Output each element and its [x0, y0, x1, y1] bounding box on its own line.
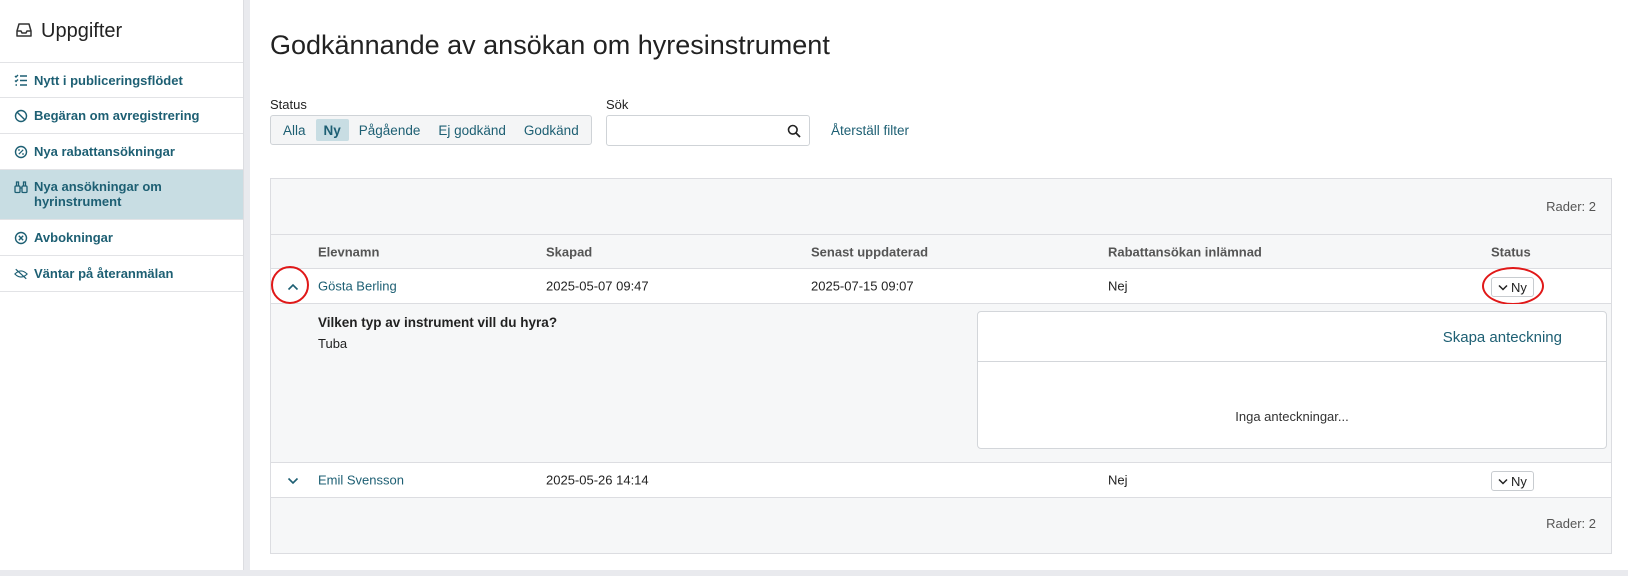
- sidebar-item-avregistrering[interactable]: Begäran om avregistrering: [0, 98, 243, 134]
- status-dropdown[interactable]: Ny: [1491, 471, 1534, 491]
- table-row: Emil Svensson 2025-05-26 14:14 Nej Ny: [271, 463, 1611, 498]
- column-header-status[interactable]: Status: [1491, 244, 1531, 259]
- created-cell: 2025-05-26 14:14: [546, 472, 649, 488]
- sidebar-item-label: Väntar på återanmälan: [34, 266, 174, 281]
- search-label: Sök: [606, 97, 629, 112]
- binoculars-icon: [14, 180, 28, 194]
- create-note-button[interactable]: Skapa anteckning: [1443, 329, 1562, 346]
- row-detail-panel: Vilken typ av instrument vill du hyra? T…: [271, 304, 1611, 463]
- sidebar-title: Uppgifter: [41, 19, 123, 42]
- notes-panel: Skapa anteckning Inga anteckningar...: [977, 311, 1607, 449]
- sidebar-item-label: Nytt i publiceringsflödet: [34, 72, 183, 88]
- sidebar-header: Uppgifter: [0, 0, 243, 62]
- status-value: Ny: [1511, 473, 1527, 489]
- column-header-rabattansokan[interactable]: Rabattansökan inlämnad: [1108, 244, 1262, 259]
- question-label: Vilken typ av instrument vill du hyra?: [318, 315, 558, 330]
- rows-count-top: Rader: 2: [1546, 199, 1596, 214]
- circle-x-icon: [14, 231, 28, 245]
- column-header-skapad[interactable]: Skapad: [546, 244, 592, 259]
- search-input[interactable]: [607, 116, 777, 145]
- search-box: [606, 115, 810, 146]
- sidebar-item-rabattansokningar[interactable]: Nya rabattansökningar: [0, 134, 243, 170]
- discount-cell: Nej: [1108, 278, 1128, 294]
- status-filter-group: Alla Ny Pågående Ej godkänd Godkänd: [270, 115, 592, 145]
- status-option-alla[interactable]: Alla: [275, 119, 314, 141]
- rows-count-bottom: Rader: 2: [1546, 516, 1596, 531]
- table-row: Gösta Berling 2025-05-07 09:47 2025-07-1…: [271, 266, 1611, 305]
- status-option-ny[interactable]: Ny: [315, 119, 349, 141]
- sidebar-item-publiceringsflode[interactable]: Nytt i publiceringsflödet: [0, 62, 243, 98]
- column-header-senast-uppdaterad[interactable]: Senast uppdaterad: [811, 244, 928, 259]
- status-option-godkand[interactable]: Godkänd: [516, 119, 587, 141]
- sidebar-item-hyrinstrument[interactable]: Nya ansökningar om hyrinstrument: [0, 170, 243, 220]
- ban-icon: [14, 109, 28, 123]
- question-answer: Tuba: [318, 336, 348, 351]
- grid-toolbar: Rader: 2: [271, 179, 1611, 235]
- chevron-down-icon: [287, 477, 299, 485]
- annotation-circle: [271, 266, 309, 304]
- notes-empty-message: Inga anteckningar...: [1235, 409, 1349, 424]
- student-name-link[interactable]: Gösta Berling: [318, 279, 397, 294]
- percent-icon: [14, 145, 28, 159]
- sidebar-item-label: Avbokningar: [34, 230, 113, 245]
- inbox-icon: [14, 20, 34, 43]
- created-cell: 2025-05-07 09:47: [546, 278, 649, 294]
- expand-row-button[interactable]: [283, 471, 303, 491]
- student-name-link[interactable]: Emil Svensson: [318, 473, 404, 488]
- sidebar-item-label: Nya ansökningar om hyrinstrument: [34, 179, 162, 209]
- updated-cell: 2025-07-15 09:07: [811, 278, 914, 294]
- main-content: Godkännande av ansökan om hyresinstrumen…: [250, 0, 1628, 570]
- sidebar: Uppgifter Nytt i publiceringsflödet Begä…: [0, 0, 244, 570]
- status-option-pagaende[interactable]: Pågående: [351, 119, 429, 141]
- column-header-elevnamn[interactable]: Elevnamn: [318, 244, 379, 259]
- sidebar-item-ateranmalan[interactable]: Väntar på återanmälan: [0, 256, 243, 292]
- discount-cell: Nej: [1108, 472, 1128, 488]
- search-icon[interactable]: [787, 124, 801, 138]
- status-option-ej-godkand[interactable]: Ej godkänd: [430, 119, 514, 141]
- page-title: Godkännande av ansökan om hyresinstrumen…: [270, 30, 830, 60]
- sidebar-item-label: Nya rabattansökningar: [34, 144, 175, 159]
- applications-grid: Rader: 2 Elevnamn Skapad Senast uppdater…: [270, 178, 1612, 554]
- status-filter-label: Status: [270, 97, 307, 112]
- eye-slash-icon: [14, 267, 28, 281]
- reset-filter-link[interactable]: Återställ filter: [831, 123, 909, 138]
- list-check-icon: [14, 73, 28, 87]
- sidebar-item-avbokningar[interactable]: Avbokningar: [0, 220, 243, 256]
- grid-header: Elevnamn Skapad Senast uppdaterad Rabatt…: [271, 235, 1611, 269]
- grid-footer: Rader: 2: [271, 498, 1611, 550]
- sidebar-item-label: Begäran om avregistrering: [34, 108, 200, 123]
- notes-header: Skapa anteckning: [978, 312, 1606, 362]
- chevron-down-icon: [1498, 478, 1508, 485]
- annotation-circle: [1482, 267, 1544, 305]
